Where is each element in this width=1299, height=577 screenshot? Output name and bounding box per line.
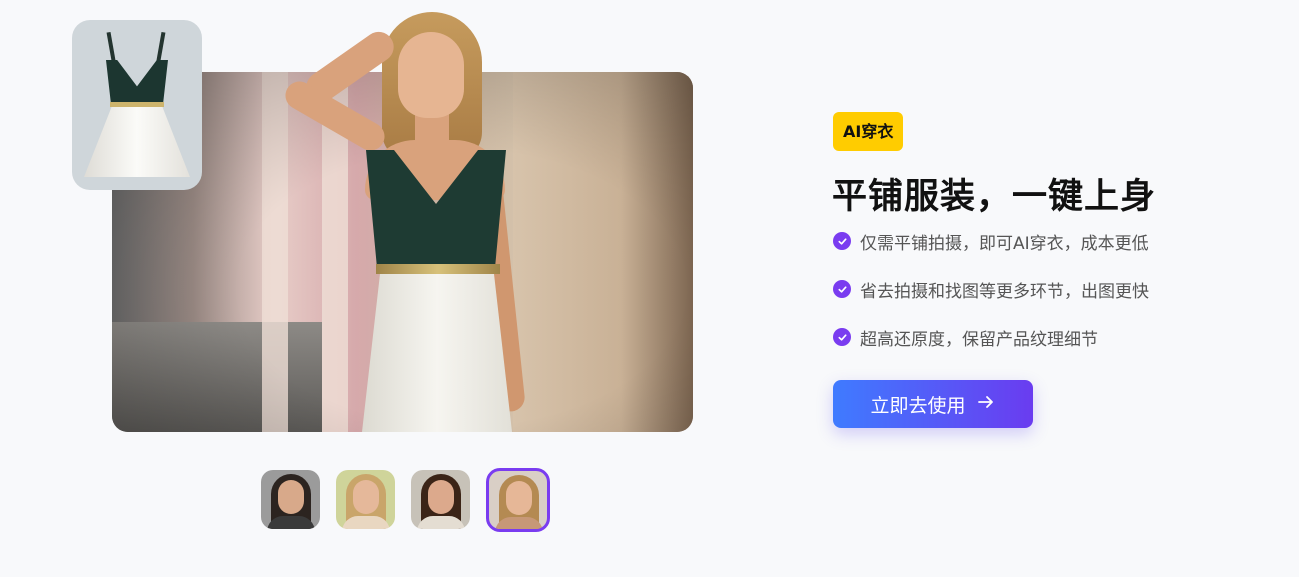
garment-belt	[110, 102, 164, 107]
feature-item: 超高还原度，保留产品纹理细节	[833, 325, 1149, 350]
thumb-body	[342, 516, 390, 529]
thumb-face	[428, 480, 454, 514]
garment-top	[106, 60, 168, 104]
thumb-face	[278, 480, 304, 514]
check-circle-icon	[833, 328, 851, 346]
page-title: 平铺服装，一键上身	[832, 177, 1157, 217]
model-thumb-2[interactable]	[336, 470, 395, 529]
model-thumb-1[interactable]	[261, 470, 320, 529]
ai-badge: AI穿衣	[833, 112, 904, 151]
thumb-face	[353, 480, 379, 514]
model-face	[398, 32, 464, 118]
thumb-body	[267, 516, 315, 529]
dress-skirt	[362, 274, 512, 432]
feature-text: 省去拍摄和找图等更多环节，出图更快	[860, 281, 1149, 302]
check-circle-icon	[833, 232, 851, 250]
thumb-face	[506, 481, 532, 515]
feature-item: 仅需平铺拍摄，即可AI穿衣，成本更低	[833, 229, 1149, 254]
thumb-body	[495, 517, 543, 529]
model-thumb-3[interactable]	[411, 470, 470, 529]
use-now-button[interactable]: 立即去使用	[833, 380, 1033, 428]
thumb-body	[417, 516, 465, 529]
feature-list: 仅需平铺拍摄，即可AI穿衣，成本更低 省去拍摄和找图等更多环节，出图更快 超高还…	[833, 229, 1149, 373]
model-figure	[270, 12, 530, 432]
check-circle-icon	[833, 280, 851, 298]
model-thumb-4[interactable]	[486, 468, 550, 532]
arrow-right-icon	[976, 392, 996, 417]
feature-text: 仅需平铺拍摄，即可AI穿衣，成本更低	[860, 233, 1149, 254]
flatlay-garment-thumbnail	[72, 20, 202, 190]
garment-skirt	[84, 107, 190, 177]
feature-text: 超高还原度，保留产品纹理细节	[860, 329, 1098, 350]
ai-try-on-section: AI穿衣 平铺服装，一键上身 仅需平铺拍摄，即可AI穿衣，成本更低 省去拍摄和找…	[0, 0, 1299, 577]
feature-item: 省去拍摄和找图等更多环节，出图更快	[833, 277, 1149, 302]
use-now-label: 立即去使用	[870, 394, 966, 417]
dress-belt	[376, 264, 500, 274]
model-selector	[261, 468, 550, 532]
